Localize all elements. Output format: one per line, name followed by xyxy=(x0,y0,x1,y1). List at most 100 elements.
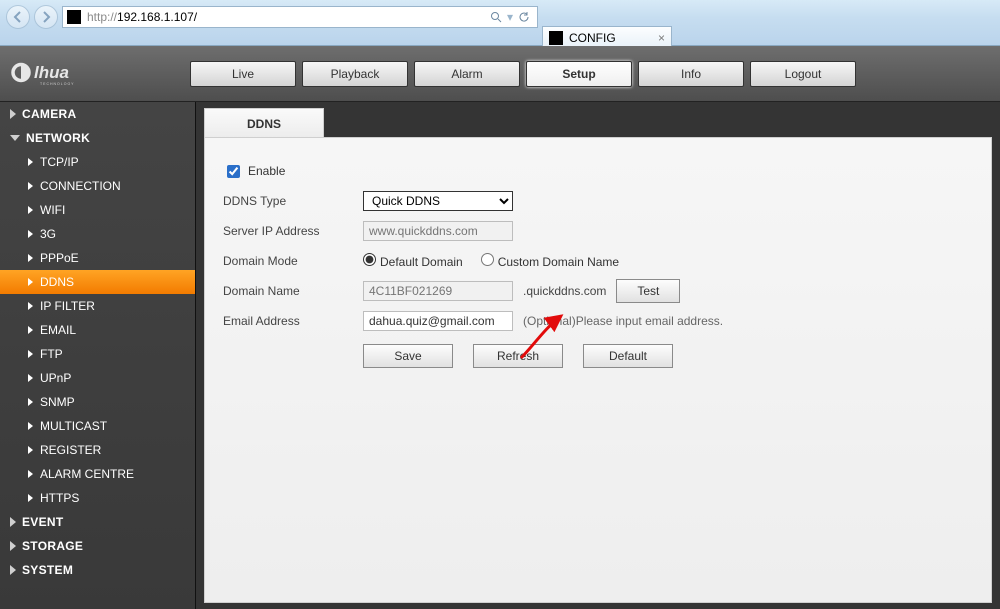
sidebar-item-label: WIFI xyxy=(40,203,65,217)
chevron-right-icon xyxy=(28,422,33,430)
chevron-right-icon xyxy=(28,350,33,358)
address-bar[interactable]: http:// 192.168.1.107/ ▾ xyxy=(62,6,538,28)
ddns-type-select[interactable]: Quick DDNS xyxy=(363,191,513,211)
forward-button[interactable] xyxy=(34,5,58,29)
ddns-type-label: DDNS Type xyxy=(223,194,363,208)
server-ip-field[interactable] xyxy=(363,221,513,241)
chevron-right-icon xyxy=(28,302,33,310)
sidebar-item-ftp[interactable]: FTP xyxy=(0,342,195,366)
svg-text:TECHNOLOGY: TECHNOLOGY xyxy=(40,82,75,86)
svg-text:lhua: lhua xyxy=(34,63,69,82)
sidebar-item-label: SNMP xyxy=(40,395,75,409)
sidebar-item-label: HTTPS xyxy=(40,491,79,505)
browser-tab[interactable]: CONFIG × xyxy=(542,26,672,48)
sidebar-item-register[interactable]: REGISTER xyxy=(0,438,195,462)
email-label: Email Address xyxy=(223,314,363,328)
domain-mode-label: Domain Mode xyxy=(223,254,363,268)
brand-logo: lhua TECHNOLOGY xyxy=(10,57,190,91)
panel-tab-ddns[interactable]: DDNS xyxy=(204,108,324,138)
sidebar-section-label: EVENT xyxy=(22,515,64,529)
sidebar-section-camera[interactable]: CAMERA xyxy=(0,102,195,126)
favicon-icon xyxy=(67,10,81,24)
email-hint: (Optional)Please input email address. xyxy=(523,314,723,328)
chevron-right-icon xyxy=(28,470,33,478)
search-icon[interactable] xyxy=(487,8,505,26)
topnav-setup[interactable]: Setup xyxy=(526,61,632,87)
refresh-icon[interactable] xyxy=(515,8,533,26)
sidebar-item-ddns[interactable]: DDNS xyxy=(0,270,195,294)
chevron-right-icon xyxy=(10,517,16,527)
sidebar-item-pppoe[interactable]: PPPoE xyxy=(0,246,195,270)
server-ip-label: Server IP Address xyxy=(223,224,363,238)
chevron-down-icon xyxy=(10,135,20,141)
topnav-logout[interactable]: Logout xyxy=(750,61,856,87)
sidebar-item-multicast[interactable]: MULTICAST xyxy=(0,414,195,438)
sidebar-section-event[interactable]: EVENT xyxy=(0,510,195,534)
chevron-right-icon xyxy=(28,254,33,262)
topnav-live[interactable]: Live xyxy=(190,61,296,87)
test-button[interactable]: Test xyxy=(616,279,680,303)
chevron-right-icon xyxy=(28,446,33,454)
domain-name-field[interactable] xyxy=(363,281,513,301)
chevron-right-icon xyxy=(28,182,33,190)
sidebar-item-wifi[interactable]: WIFI xyxy=(0,198,195,222)
sidebar-item-upnp[interactable]: UPnP xyxy=(0,366,195,390)
topnav-info[interactable]: Info xyxy=(638,61,744,87)
sidebar-section-network[interactable]: NETWORK xyxy=(0,126,195,150)
sidebar-item-label: CONNECTION xyxy=(40,179,121,193)
sidebar-item-snmp[interactable]: SNMP xyxy=(0,390,195,414)
tab-title: CONFIG xyxy=(569,31,616,45)
sidebar-section-label: NETWORK xyxy=(26,131,90,145)
email-field[interactable] xyxy=(363,311,513,331)
chevron-right-icon xyxy=(10,565,16,575)
sidebar-item-label: DDNS xyxy=(40,275,74,289)
sidebar-section-storage[interactable]: STORAGE xyxy=(0,534,195,558)
sidebar-item-label: 3G xyxy=(40,227,56,241)
sidebar-item-connection[interactable]: CONNECTION xyxy=(0,174,195,198)
sidebar-item-https[interactable]: HTTPS xyxy=(0,486,195,510)
domain-mode-custom-radio[interactable] xyxy=(481,253,494,266)
chevron-right-icon xyxy=(28,326,33,334)
sidebar-item-threeg[interactable]: 3G xyxy=(0,222,195,246)
url-host: 192.168.1.107/ xyxy=(117,10,197,24)
sidebar-item-label: IP FILTER xyxy=(40,299,95,313)
sidebar-section-label: CAMERA xyxy=(22,107,76,121)
chevron-right-icon xyxy=(28,374,33,382)
panel-body: Enable DDNS Type Quick DDNS Server IP Ad… xyxy=(204,137,992,603)
chevron-right-icon xyxy=(10,109,16,119)
tab-favicon-icon xyxy=(549,31,563,45)
sidebar-section-label: STORAGE xyxy=(22,539,83,553)
sidebar-item-label: PPPoE xyxy=(40,251,79,265)
default-button[interactable]: Default xyxy=(583,344,673,368)
chevron-right-icon xyxy=(28,278,33,286)
sidebar-item-label: REGISTER xyxy=(40,443,101,457)
sidebar-item-alarmcentre[interactable]: ALARM CENTRE xyxy=(0,462,195,486)
refresh-button[interactable]: Refresh xyxy=(473,344,563,368)
chevron-right-icon xyxy=(28,158,33,166)
sidebar-item-tcpip[interactable]: TCP/IP xyxy=(0,150,195,174)
sidebar-item-ipfilter[interactable]: IP FILTER xyxy=(0,294,195,318)
sidebar-item-label: FTP xyxy=(40,347,63,361)
chevron-right-icon xyxy=(10,541,16,551)
browser-chrome: http:// 192.168.1.107/ ▾ CONFIG × xyxy=(0,0,1000,46)
topbar: lhua TECHNOLOGY LivePlaybackAlarmSetupIn… xyxy=(0,46,1000,102)
chevron-right-icon xyxy=(28,494,33,502)
tab-close-icon[interactable]: × xyxy=(658,31,665,45)
topnav-playback[interactable]: Playback xyxy=(302,61,408,87)
sidebar-section-system[interactable]: SYSTEM xyxy=(0,558,195,582)
domain-name-suffix: .quickddns.com xyxy=(523,284,606,298)
sidebar: CAMERA NETWORK TCP/IP CONNECTION WIFI 3G PPPoE… xyxy=(0,102,196,609)
top-nav: LivePlaybackAlarmSetupInfoLogout xyxy=(190,61,856,87)
sidebar-item-email[interactable]: EMAIL xyxy=(0,318,195,342)
save-button[interactable]: Save xyxy=(363,344,453,368)
back-button[interactable] xyxy=(6,5,30,29)
sidebar-item-label: EMAIL xyxy=(40,323,76,337)
topnav-alarm[interactable]: Alarm xyxy=(414,61,520,87)
sidebar-item-label: TCP/IP xyxy=(40,155,79,169)
chevron-right-icon xyxy=(28,398,33,406)
enable-checkbox[interactable] xyxy=(227,165,240,178)
domain-mode-default-radio[interactable] xyxy=(363,253,376,266)
sidebar-item-label: ALARM CENTRE xyxy=(40,467,134,481)
sidebar-item-label: MULTICAST xyxy=(40,419,107,433)
enable-label: Enable xyxy=(248,164,285,178)
